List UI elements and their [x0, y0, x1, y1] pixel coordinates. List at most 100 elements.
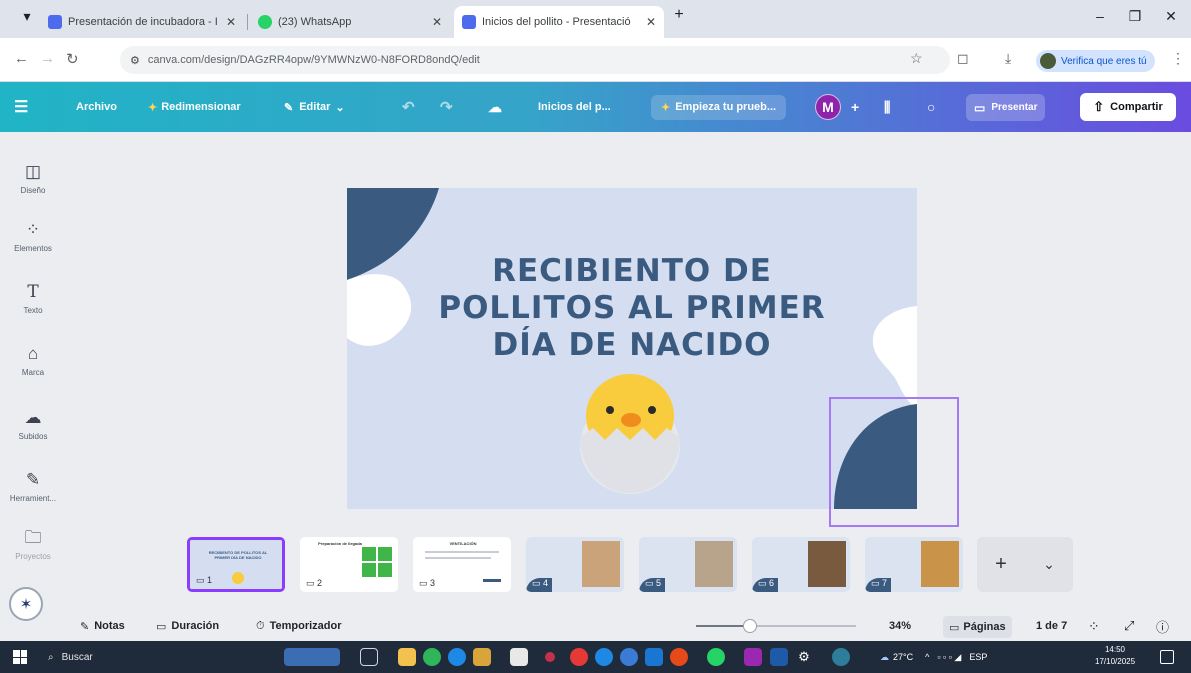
windows-start-icon[interactable]	[13, 650, 27, 664]
close-window-icon[interactable]: ✕	[1156, 8, 1186, 25]
app-icon[interactable]	[832, 648, 850, 666]
selection-box[interactable]	[829, 397, 959, 527]
tab-whatsapp[interactable]: (23) WhatsApp ✕	[250, 6, 450, 38]
page-thumbnail-6[interactable]: ▭ 6	[752, 537, 850, 592]
thumb-image	[362, 563, 376, 577]
search-icon: ⌕	[48, 651, 54, 663]
close-tab-icon[interactable]: ✕	[640, 15, 656, 29]
presentar-button[interactable]: ▭ Presentar	[966, 94, 1046, 121]
app-icon[interactable]	[423, 648, 441, 666]
taskbar-widget-image[interactable]	[284, 648, 340, 666]
rail-item-texto[interactable]: T Texto	[0, 282, 66, 315]
taskbar-clock[interactable]: 14:50 17/10/2025	[1095, 644, 1135, 668]
compartir-button[interactable]: ⇧ Compartir	[1080, 93, 1176, 121]
paginas-button[interactable]: ▭ Páginas	[943, 616, 1012, 638]
thumb-page-number: ▭ 5	[645, 578, 662, 588]
rail-item-marca[interactable]: ⌂ Marca	[0, 344, 66, 377]
page-thumbnail-4[interactable]: ▭ 4	[526, 537, 624, 592]
rail-item-elementos[interactable]: ⁘ Elementos	[0, 220, 66, 253]
document-title[interactable]: Inicios del p...	[538, 82, 611, 132]
word-icon[interactable]	[770, 648, 788, 666]
taskbar-search[interactable]: ⌕ Buscar	[38, 645, 266, 669]
page-thumbnail-3[interactable]: VENTILACIÓN ▭ 3	[413, 537, 511, 592]
add-collaborator-icon[interactable]: +	[851, 82, 859, 132]
rail-item-herramientas[interactable]: ✎ Herramient...	[0, 470, 66, 503]
app-icon[interactable]	[744, 648, 762, 666]
page-thumbnail-7[interactable]: ▭ 7	[865, 537, 963, 592]
page-thumbnail-5[interactable]: ▭ 5	[639, 537, 737, 592]
editar-menu[interactable]: ✎ Editar ⌄	[284, 82, 345, 132]
app-icon[interactable]	[510, 648, 528, 666]
site-info-icon[interactable]: ⚙	[130, 54, 140, 67]
app-icon[interactable]	[670, 648, 688, 666]
thumb-image	[362, 547, 376, 561]
add-page-plus-icon[interactable]: +	[995, 553, 1007, 576]
whatsapp-icon[interactable]	[707, 648, 725, 666]
browser-menu-icon[interactable]: ⋮	[1171, 50, 1185, 67]
profile-verify-button[interactable]: Verifica que eres tú	[1036, 50, 1155, 72]
notas-button[interactable]: ✎ Notas	[80, 612, 125, 640]
comments-icon[interactable]: ○	[927, 82, 935, 132]
archivo-menu[interactable]: Archivo	[76, 82, 117, 132]
download-icon[interactable]: ⤓	[1005, 50, 1011, 67]
address-bar[interactable]: ⚙ canva.com/design/DAGzRR4opw/9YMWNzW0-N…	[120, 46, 950, 74]
redimensionar-button[interactable]: ✦ Redimensionar	[148, 82, 241, 132]
help-icon[interactable]: ⓘ	[1156, 612, 1169, 640]
close-tab-icon[interactable]: ✕	[426, 15, 442, 29]
rail-item-diseno[interactable]: ◫ Diseño	[0, 162, 66, 195]
rail-item-proyectos[interactable]: 🗀 Proyectos	[0, 528, 66, 561]
cloud-saved-icon[interactable]: ☁	[488, 82, 502, 132]
mail-icon[interactable]	[645, 648, 663, 666]
trial-button[interactable]: ✦ Empieza tu prueb...	[651, 82, 787, 132]
main-menu-icon[interactable]: ☰	[14, 82, 28, 132]
extensions-icon[interactable]: ◻	[957, 50, 969, 67]
editar-label: Editar	[299, 101, 331, 113]
maximize-icon[interactable]: ❐	[1120, 8, 1150, 25]
app-icon[interactable]	[595, 648, 613, 666]
back-icon[interactable]: ←	[14, 50, 29, 67]
page-thumbnail-1[interactable]: RECIBIENTO DE POLLITOS AL PRIMER DÍA DE …	[187, 537, 285, 592]
weather-icon[interactable]: ☁	[880, 652, 889, 663]
grid-view-icon[interactable]: ⁘	[1088, 612, 1100, 640]
notas-label: Notas	[94, 620, 125, 632]
store-icon[interactable]	[473, 648, 491, 666]
temporizador-button[interactable]: ⏱ Temporizador	[256, 612, 342, 640]
forward-icon[interactable]: →	[40, 50, 55, 67]
tab-search-icon[interactable]: ▾	[12, 8, 42, 25]
rail-item-subidos[interactable]: ☁ Subidos	[0, 408, 66, 441]
edge-icon[interactable]	[448, 648, 466, 666]
task-view-icon[interactable]	[360, 648, 378, 666]
chevron-down-icon[interactable]: ⌄	[1043, 556, 1055, 573]
bookmark-star-icon[interactable]: ☆	[910, 50, 923, 67]
app-icon[interactable]	[545, 652, 555, 662]
slide-title[interactable]: RECIBIENTO DE POLLITOS AL PRIMER DÍA DE …	[347, 253, 917, 364]
page-thumbnail-2[interactable]: Preparación de llegada ▭ 2	[300, 537, 398, 592]
new-tab-button[interactable]: +	[664, 6, 694, 24]
zoom-slider[interactable]	[696, 619, 856, 633]
undo-icon[interactable]: ↶	[402, 82, 415, 132]
rail-label: Texto	[23, 306, 43, 315]
reload-icon[interactable]: ↻	[66, 50, 79, 68]
app-icon[interactable]	[620, 648, 638, 666]
weather-temp[interactable]: 27°C	[893, 652, 913, 662]
chrome-icon[interactable]	[570, 648, 588, 666]
fullscreen-icon[interactable]: ⤢	[1124, 612, 1134, 640]
file-explorer-icon[interactable]	[398, 648, 416, 666]
user-avatar[interactable]: M	[815, 94, 841, 120]
tab-inicios-pollito[interactable]: Inicios del pollito - Presentació ✕	[454, 6, 664, 38]
zoom-percent[interactable]: 34%	[889, 612, 911, 640]
notifications-icon[interactable]	[1160, 650, 1174, 664]
analytics-icon[interactable]: ⫼	[884, 82, 890, 132]
settings-gear-icon[interactable]: ⚙	[795, 648, 813, 666]
chick-illustration	[580, 374, 680, 494]
minimize-icon[interactable]: –	[1085, 8, 1115, 24]
zoom-slider-knob[interactable]	[743, 619, 758, 633]
magic-assistant-button[interactable]: ✶	[9, 587, 43, 621]
duracion-button[interactable]: ▭ Duración	[156, 612, 219, 640]
tab-presentacion[interactable]: Presentación de incubadora - I ✕	[40, 6, 244, 38]
redo-icon[interactable]: ↷	[440, 82, 453, 132]
language-indicator[interactable]: ESP	[969, 652, 987, 662]
tray-icons[interactable]: ▫ ▫ ▫ ◢	[937, 652, 961, 663]
tray-chevron-up-icon[interactable]: ^	[925, 652, 929, 662]
close-tab-icon[interactable]: ✕	[220, 15, 236, 29]
